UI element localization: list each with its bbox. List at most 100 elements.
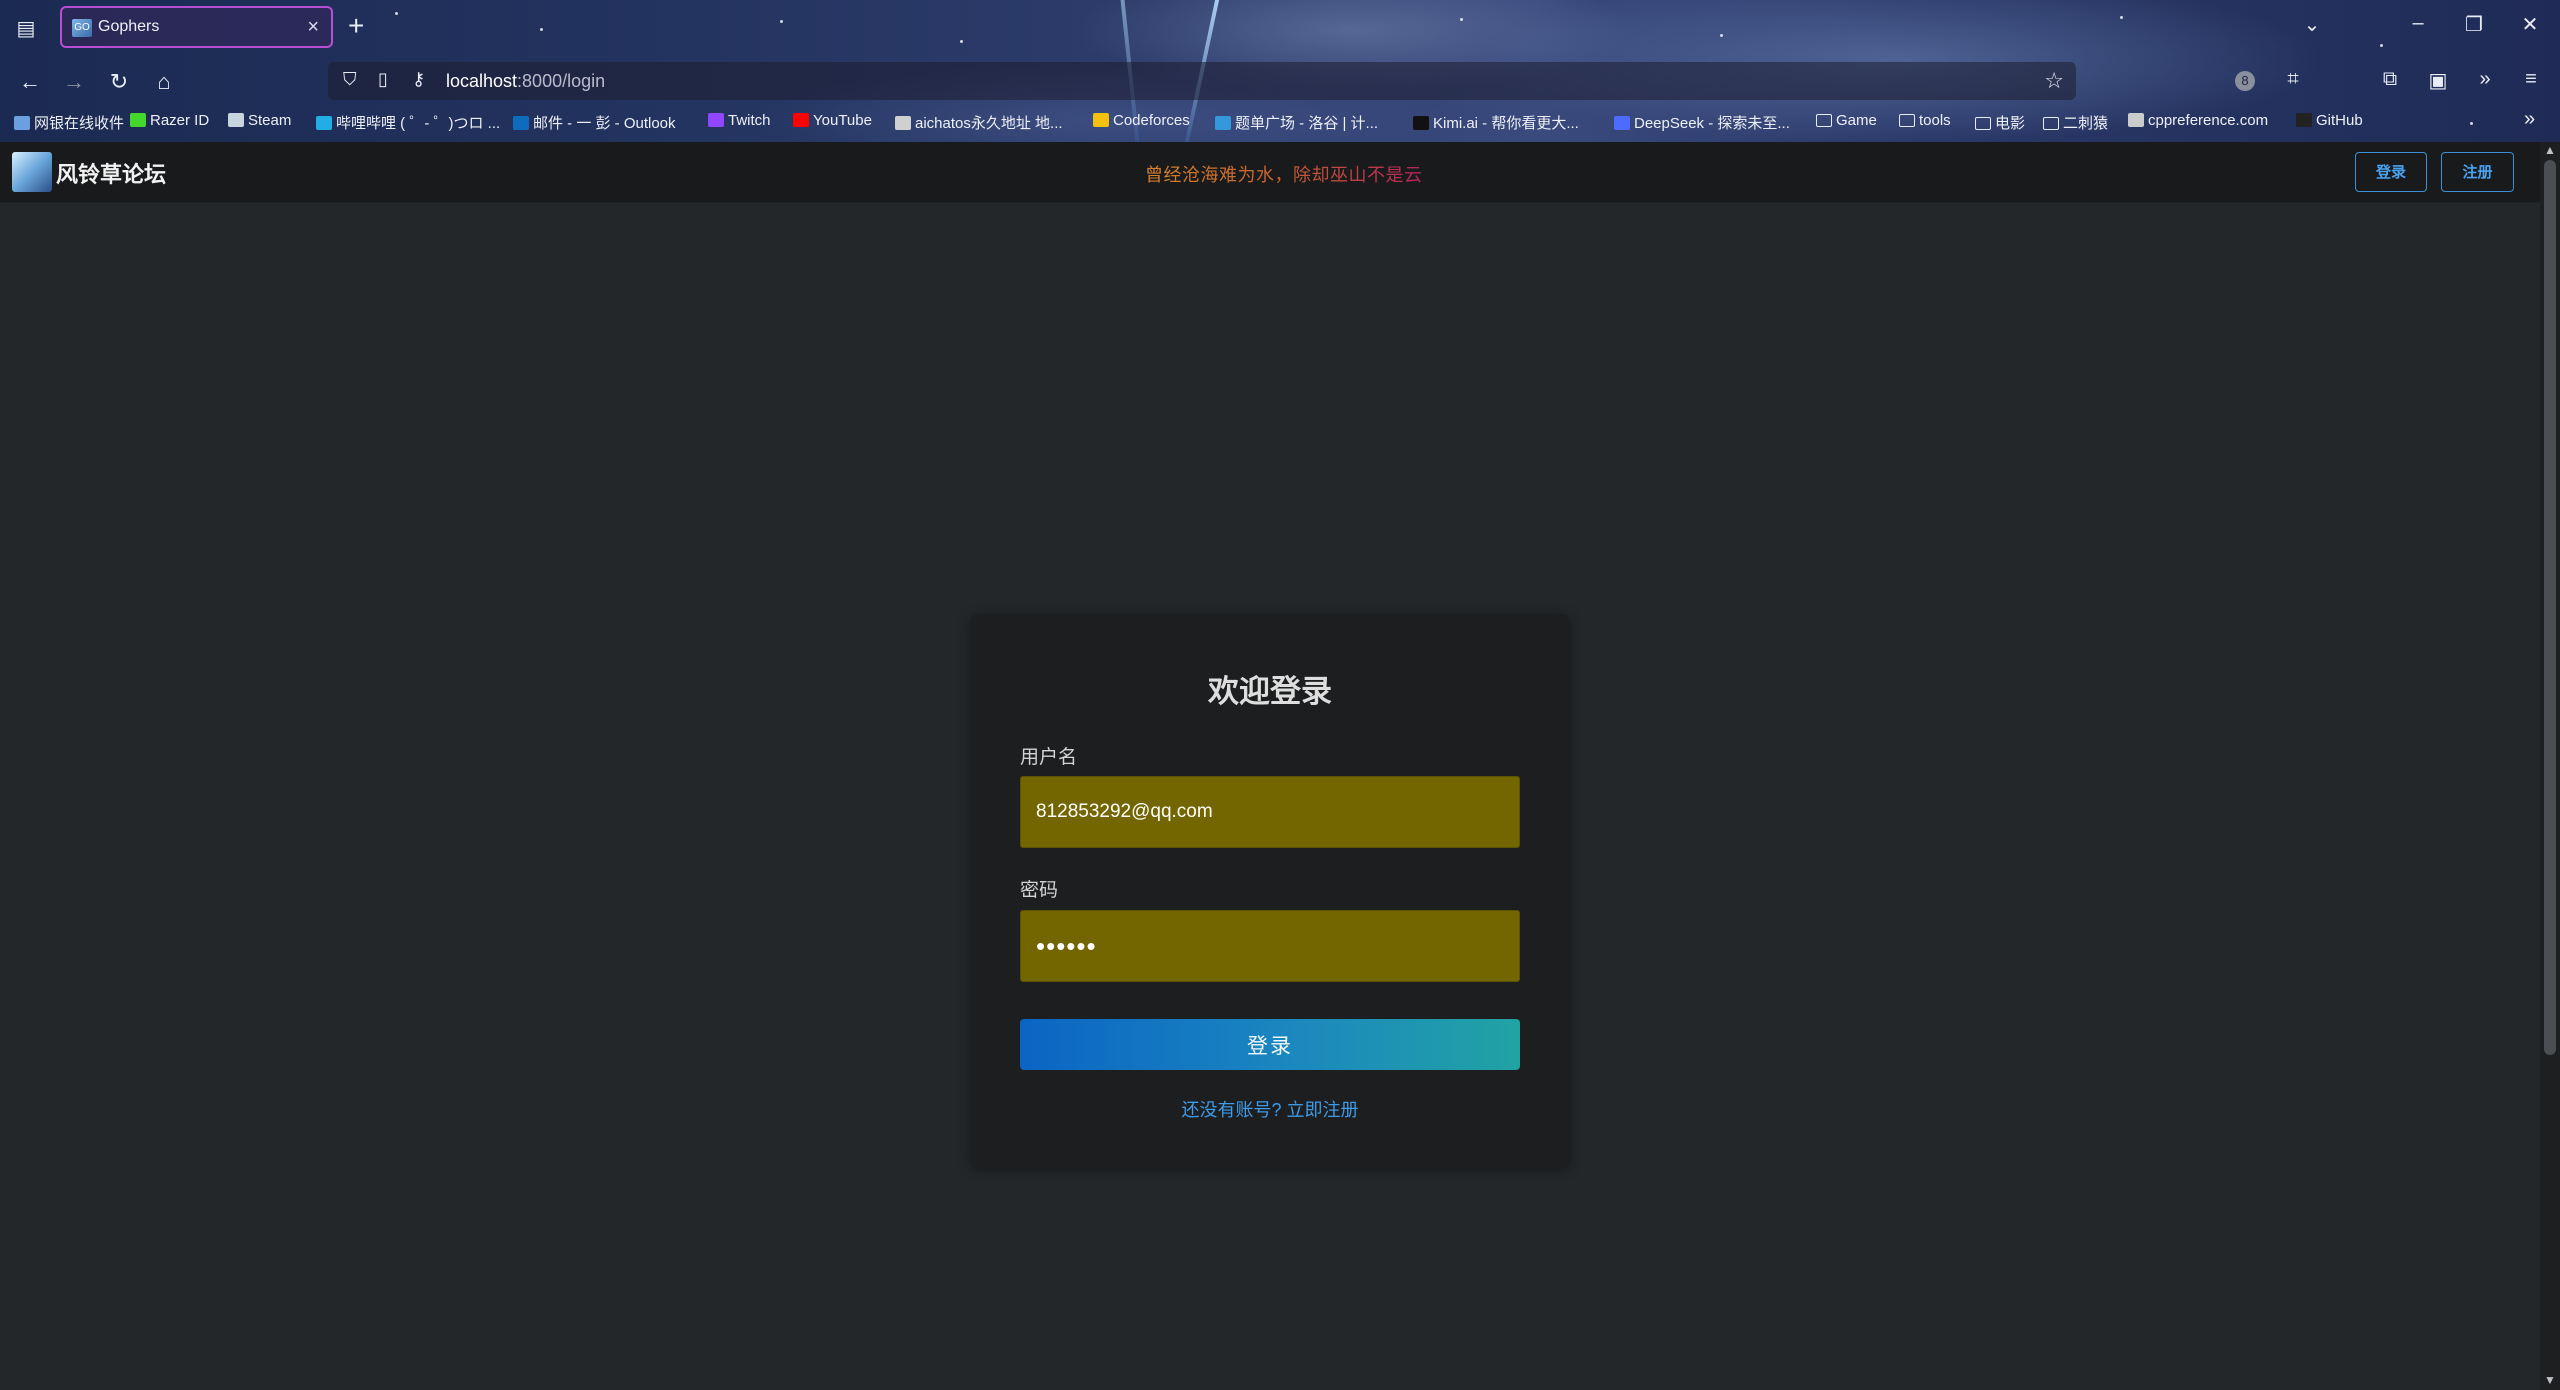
site-logo-text[interactable]: 风铃草论坛 xyxy=(56,157,166,189)
overflow-chevron-icon[interactable]: » xyxy=(2470,68,2500,91)
bookmark-label: Twitch xyxy=(728,112,771,129)
scroll-down-icon[interactable]: ▼ xyxy=(2542,1372,2558,1388)
login-title: 欢迎登录 xyxy=(1208,674,1332,709)
site-logo-icon[interactable] xyxy=(12,152,52,192)
folder-icon xyxy=(1816,114,1832,127)
bookmarks-toolbar: 网银在线收件 Razer ID Steam 哔哩哔哩 ( ゜- ゜)つロ ... 邮件 … xyxy=(0,106,2560,140)
bookmark-item[interactable]: Twitch xyxy=(708,112,771,129)
bookmark-label: DeepSeek - 探索未至... xyxy=(1634,115,1790,132)
bookmark-label: 哔哩哔哩 ( ゜- ゜)つロ ... xyxy=(336,115,501,132)
header-login-button[interactable]: 登录 xyxy=(2355,152,2427,192)
page-scrollbar[interactable]: ▲ ▼ xyxy=(2540,142,2560,1390)
bookmark-label: Steam xyxy=(248,112,292,129)
favicon-icon xyxy=(1614,116,1630,130)
tab-strip: ▤ GO Gophers × + ⌄ – ❐ ✕ xyxy=(0,0,2560,56)
menu-icon[interactable]: ≡ xyxy=(2516,68,2546,91)
chevron-down-icon[interactable]: ⌄ xyxy=(2292,12,2332,37)
url-text[interactable]: localhost:8000/login xyxy=(446,71,605,92)
home-icon[interactable]: ⌂ xyxy=(148,66,180,98)
bookmark-label: Game xyxy=(1836,112,1877,129)
bookmark-item[interactable]: Game xyxy=(1816,112,1877,129)
bookmark-item[interactable]: cppreference.com xyxy=(2128,112,2268,129)
bookmark-item[interactable]: DeepSeek - 探索未至... xyxy=(1614,112,1790,133)
back-icon[interactable]: ← xyxy=(14,66,46,98)
bookmark-item[interactable]: 二刺猿 xyxy=(2043,112,2108,133)
tab-list-icon[interactable]: ▤ xyxy=(12,15,40,43)
bookmark-label: 二刺猿 xyxy=(2063,115,2109,132)
bookmark-item[interactable]: Steam xyxy=(228,112,291,129)
bookmark-item[interactable]: tools xyxy=(1899,112,1951,129)
bookmark-item[interactable]: GitHub xyxy=(2296,112,2363,129)
header-register-button[interactable]: 注册 xyxy=(2441,152,2514,192)
url-path: :8000/login xyxy=(517,71,606,91)
bookmark-star-icon[interactable]: ☆ xyxy=(2044,68,2064,94)
site-header: 风铃草论坛 曾经沧海难为水，除却巫山不是云 登录 注册 xyxy=(0,142,2540,203)
favicon-icon xyxy=(895,116,911,130)
tab-favicon-icon: GO xyxy=(72,19,92,37)
bookmark-label: cppreference.com xyxy=(2148,112,2269,129)
bookmark-label: 邮件 - 一 彭 - Outlook xyxy=(533,115,676,132)
bookmark-label: YouTube xyxy=(813,112,872,129)
login-submit-button[interactable]: 登录 xyxy=(1020,1019,1520,1070)
bookmark-item[interactable]: 邮件 - 一 彭 - Outlook xyxy=(513,112,676,133)
login-card: 欢迎登录 用户名 密码 登录 还没有账号? 立即注册 xyxy=(970,614,1570,1168)
bookmarks-overflow-icon[interactable]: » xyxy=(2524,108,2535,131)
tab-title: Gophers xyxy=(98,18,160,35)
folder-icon xyxy=(1975,117,1991,130)
username-label: 用户名 xyxy=(1020,747,1078,768)
browser-chrome: ▤ GO Gophers × + ⌄ – ❐ ✕ ← → ↻ ⌂ ⛉ ▯ ⚷ l… xyxy=(0,0,2560,142)
bookmark-item[interactable]: Razer ID xyxy=(130,112,209,129)
reload-icon[interactable]: ↻ xyxy=(103,66,135,98)
password-input[interactable] xyxy=(1020,910,1520,982)
close-window-icon[interactable]: ✕ xyxy=(2510,12,2550,37)
favicon-icon xyxy=(14,116,30,130)
address-bar[interactable]: ⛉ ▯ ⚷ localhost:8000/login ☆ xyxy=(328,62,2076,100)
bookmark-item[interactable]: 题单广场 - 洛谷 | 计... xyxy=(1215,112,1378,133)
bookmark-item[interactable]: 网银在线收件 xyxy=(14,112,124,133)
url-host: localhost xyxy=(446,71,518,91)
crop-icon[interactable]: ⌗ xyxy=(2278,68,2308,91)
bookmark-item[interactable]: 电影 xyxy=(1975,112,2025,133)
folder-icon xyxy=(1899,114,1915,127)
bookmark-label: tools xyxy=(1919,112,1951,129)
bookmark-label: Kimi.ai - 帮你看更大... xyxy=(1433,115,1579,132)
bookmark-item[interactable]: 哔哩哔哩 ( ゜- ゜)つロ ... xyxy=(316,112,500,133)
extension-badge-count: 8 xyxy=(2235,71,2255,91)
extensions-icon[interactable]: ⧉ xyxy=(2375,68,2405,91)
favicon-icon xyxy=(228,113,244,127)
scrollbar-thumb[interactable] xyxy=(2544,160,2556,1055)
favicon-icon xyxy=(130,113,146,127)
bookmark-item[interactable]: YouTube xyxy=(793,112,872,129)
favicon-icon xyxy=(513,116,529,130)
minimize-icon[interactable]: – xyxy=(2398,12,2438,35)
tab-close-icon[interactable]: × xyxy=(307,16,319,39)
favicon-icon xyxy=(316,116,332,130)
shield-icon[interactable]: ⛉ xyxy=(343,69,357,90)
bookmark-label: 网银在线收件 xyxy=(34,115,125,132)
screen-icon[interactable]: ▣ xyxy=(2423,68,2453,93)
tab-active[interactable]: GO Gophers × xyxy=(60,6,333,48)
scroll-up-icon[interactable]: ▲ xyxy=(2542,142,2558,158)
favicon-icon xyxy=(1093,113,1109,127)
password-label: 密码 xyxy=(1020,880,1059,901)
bookmark-label: 题单广场 - 洛谷 | 计... xyxy=(1235,115,1379,132)
bookmark-label: Razer ID xyxy=(150,112,210,129)
bookmark-item[interactable]: Codeforces xyxy=(1093,112,1190,129)
favicon-icon xyxy=(1215,116,1231,130)
favicon-icon xyxy=(2128,113,2144,127)
extension-badge-icon[interactable]: 8 xyxy=(2230,68,2260,91)
page-icon[interactable]: ▯ xyxy=(378,69,388,90)
new-tab-icon[interactable]: + xyxy=(348,10,364,42)
bookmark-item[interactable]: aichatos永久地址 地... xyxy=(895,112,1063,133)
favicon-icon xyxy=(708,113,724,127)
register-link[interactable]: 还没有账号? 立即注册 xyxy=(970,1096,1570,1122)
bookmark-item[interactable]: Kimi.ai - 帮你看更大... xyxy=(1413,112,1579,133)
favicon-icon xyxy=(1413,116,1429,130)
favicon-icon xyxy=(2296,113,2312,127)
key-icon[interactable]: ⚷ xyxy=(412,69,425,90)
site-motto: 曾经沧海难为水，除却巫山不是云 xyxy=(1145,161,1423,187)
username-input[interactable] xyxy=(1020,776,1520,848)
restore-icon[interactable]: ❐ xyxy=(2454,12,2494,37)
bookmark-label: GitHub xyxy=(2316,112,2363,129)
forward-icon[interactable]: → xyxy=(58,66,90,98)
